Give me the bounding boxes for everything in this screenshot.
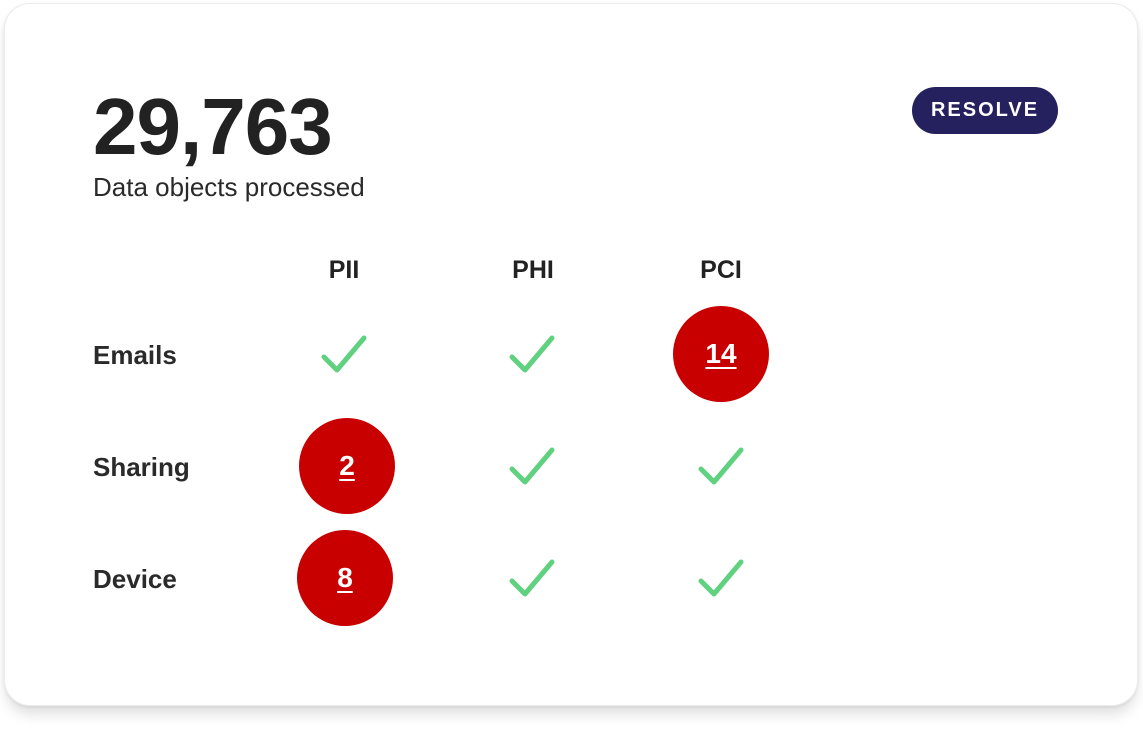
- row-label-emails: Emails: [93, 340, 177, 370]
- cell-sharing-pii: 2: [299, 418, 395, 514]
- row-label-device: Device: [93, 564, 177, 594]
- objects-processed-label: Data objects processed: [93, 172, 365, 202]
- issue-count-badge[interactable]: 14: [673, 306, 769, 402]
- column-header-pci: PCI: [700, 256, 742, 284]
- row-label-sharing: Sharing: [93, 452, 190, 482]
- check-icon: [509, 335, 555, 373]
- column-header-pii: PII: [328, 256, 360, 284]
- cell-device-pii: 8: [297, 530, 393, 626]
- issue-count-badge[interactable]: 2: [299, 418, 395, 514]
- cell-device-pci: [673, 531, 769, 627]
- check-icon: [509, 447, 555, 485]
- cell-emails-phi: [484, 307, 580, 403]
- issue-count-badge[interactable]: 8: [297, 530, 393, 626]
- check-icon: [509, 559, 555, 597]
- check-icon: [321, 335, 367, 373]
- summary-card: 29,763 Data objects processed RESOLVE PI…: [4, 3, 1138, 706]
- check-icon: [698, 447, 744, 485]
- cell-sharing-phi: [484, 419, 580, 515]
- objects-processed-count: 29,763: [93, 82, 333, 171]
- column-header-phi: PHI: [512, 256, 554, 284]
- cell-emails-pii: [296, 307, 392, 403]
- cell-device-phi: [484, 531, 580, 627]
- cell-emails-pci: 14: [673, 306, 769, 402]
- check-icon: [698, 559, 744, 597]
- cell-sharing-pci: [673, 419, 769, 515]
- resolve-button[interactable]: RESOLVE: [912, 87, 1058, 134]
